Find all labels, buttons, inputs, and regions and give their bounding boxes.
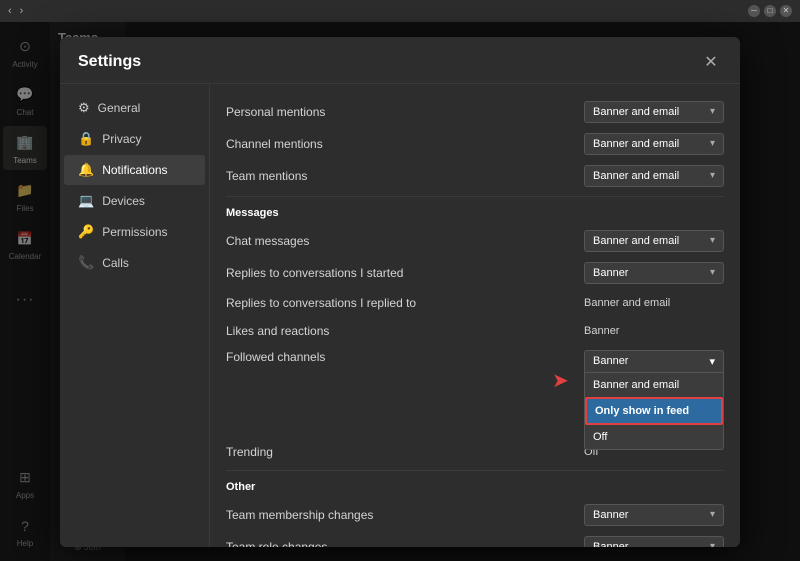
team-role-dropdown[interactable]: Banner ▾: [584, 536, 724, 547]
minimize-btn[interactable]: ─: [748, 5, 760, 17]
nav-controls[interactable]: ‹ ›: [8, 5, 23, 17]
dropdown-option-only-feed[interactable]: Only show in feed: [585, 397, 723, 425]
replies-started-label: Replies to conversations I started: [226, 266, 584, 280]
channel-mentions-btn[interactable]: Banner and email ▾: [584, 133, 724, 155]
followed-channels-dropdown[interactable]: ➤ Banner ▾ Banner and email Only show in…: [584, 350, 724, 373]
team-role-value: Banner: [593, 541, 628, 547]
privacy-icon: 🔒: [78, 131, 94, 147]
permissions-label: Permissions: [102, 225, 167, 239]
settings-nav-notifications[interactable]: 🔔 Notifications: [64, 155, 205, 185]
settings-overlay: Settings ✕ ⚙ General 🔒 Privacy 🔔: [0, 22, 800, 561]
team-mentions-row: Team mentions Banner and email ▾: [226, 160, 724, 192]
channel-mentions-label: Channel mentions: [226, 137, 584, 151]
settings-close-button[interactable]: ✕: [700, 51, 722, 73]
followed-channels-label: Followed channels: [226, 350, 584, 364]
team-mentions-value: Banner and email: [593, 170, 679, 182]
personal-mentions-btn[interactable]: Banner and email ▾: [584, 101, 724, 123]
devices-label: Devices: [102, 194, 145, 208]
team-mentions-dropdown[interactable]: Banner and email ▾: [584, 165, 724, 187]
trending-label: Trending: [226, 445, 584, 459]
chat-messages-label: Chat messages: [226, 234, 584, 248]
chat-messages-row: Chat messages Banner and email ▾: [226, 225, 724, 257]
replies-started-btn[interactable]: Banner ▾: [584, 262, 724, 284]
devices-icon: 💻: [78, 193, 94, 209]
replies-started-row: Replies to conversations I started Banne…: [226, 257, 724, 289]
permissions-icon: 🔑: [78, 224, 94, 240]
general-label: General: [98, 101, 141, 115]
chevron-down-icon: ▾: [710, 235, 715, 246]
replies-replied-value: Banner and email: [584, 297, 724, 309]
maximize-btn[interactable]: □: [764, 5, 776, 17]
settings-nav-devices[interactable]: 💻 Devices: [64, 186, 205, 216]
nav-fwd[interactable]: ›: [20, 5, 24, 17]
settings-nav-calls[interactable]: 📞 Calls: [64, 248, 205, 278]
chevron-down-icon: ▾: [710, 541, 715, 547]
followed-channels-btn[interactable]: Banner ▾: [584, 350, 724, 373]
personal-mentions-row: Personal mentions Banner and email ▾: [226, 96, 724, 128]
followed-channels-value: Banner: [593, 355, 628, 367]
chat-messages-btn[interactable]: Banner and email ▾: [584, 230, 724, 252]
divider-1: [226, 196, 724, 197]
replies-started-value: Banner: [593, 267, 628, 279]
dropdown-option-off[interactable]: Off: [585, 425, 723, 449]
chevron-down-icon: ▾: [710, 138, 715, 149]
arrow-right-icon: ➤: [552, 368, 569, 393]
settings-nav-privacy[interactable]: 🔒 Privacy: [64, 124, 205, 154]
likes-value: Banner: [584, 325, 724, 337]
personal-mentions-label: Personal mentions: [226, 105, 584, 119]
team-membership-label: Team membership changes: [226, 508, 584, 522]
followed-channels-menu: Banner and email Only show in feed Off: [584, 373, 724, 450]
chevron-down-icon: ▾: [710, 267, 715, 278]
replies-started-dropdown[interactable]: Banner ▾: [584, 262, 724, 284]
likes-label: Likes and reactions: [226, 324, 584, 338]
team-mentions-label: Team mentions: [226, 169, 584, 183]
channel-mentions-dropdown[interactable]: Banner and email ▾: [584, 133, 724, 155]
calls-icon: 📞: [78, 255, 94, 271]
replies-replied-label: Replies to conversations I replied to: [226, 296, 584, 310]
chevron-down-icon: ▾: [710, 106, 715, 117]
chat-messages-dropdown[interactable]: Banner and email ▾: [584, 230, 724, 252]
team-role-btn[interactable]: Banner ▾: [584, 536, 724, 547]
chevron-down-icon: ▾: [710, 170, 715, 181]
channel-mentions-value: Banner and email: [593, 138, 679, 150]
followed-channels-row: Followed channels ➤ Banner ▾ Banner and …: [226, 345, 724, 378]
chevron-down-icon: ▾: [710, 509, 715, 520]
personal-mentions-dropdown[interactable]: Banner and email ▾: [584, 101, 724, 123]
settings-header: Settings ✕: [60, 37, 740, 84]
channel-mentions-row: Channel mentions Banner and email ▾: [226, 128, 724, 160]
other-section-label: Other: [226, 481, 724, 493]
general-icon: ⚙: [78, 100, 90, 116]
team-mentions-btn[interactable]: Banner and email ▾: [584, 165, 724, 187]
nav-back[interactable]: ‹: [8, 5, 12, 17]
replies-replied-row: Replies to conversations I replied to Ba…: [226, 289, 724, 317]
settings-content: Personal mentions Banner and email ▾ Cha…: [210, 84, 740, 547]
chat-messages-value: Banner and email: [593, 235, 679, 247]
privacy-label: Privacy: [102, 132, 141, 146]
messages-section-label: Messages: [226, 207, 724, 219]
title-bar: ‹ › ─ □ ✕: [0, 0, 800, 22]
team-membership-value: Banner: [593, 509, 628, 521]
settings-nav-permissions[interactable]: 🔑 Permissions: [64, 217, 205, 247]
team-membership-dropdown[interactable]: Banner ▾: [584, 504, 724, 526]
team-role-row: Team role changes Banner ▾: [226, 531, 724, 547]
settings-title: Settings: [78, 53, 141, 71]
team-membership-btn[interactable]: Banner ▾: [584, 504, 724, 526]
settings-modal: Settings ✕ ⚙ General 🔒 Privacy 🔔: [60, 37, 740, 547]
dropdown-option-banner-email[interactable]: Banner and email: [585, 373, 723, 397]
personal-mentions-value: Banner and email: [593, 106, 679, 118]
close-btn[interactable]: ✕: [780, 5, 792, 17]
settings-body: ⚙ General 🔒 Privacy 🔔 Notifications 💻 De…: [60, 84, 740, 547]
chevron-down-icon: ▾: [709, 355, 715, 368]
main-layout: ⊙ Activity 💬 Chat 🏢 Teams 📁 Files 📅 Cale…: [0, 22, 800, 561]
team-role-label: Team role changes: [226, 540, 584, 547]
likes-row: Likes and reactions Banner: [226, 317, 724, 345]
calls-label: Calls: [102, 256, 129, 270]
team-membership-row: Team membership changes Banner ▾: [226, 499, 724, 531]
notifications-icon: 🔔: [78, 162, 94, 178]
window-controls[interactable]: ─ □ ✕: [748, 5, 792, 17]
settings-nav-general[interactable]: ⚙ General: [64, 93, 205, 123]
divider-2: [226, 470, 724, 471]
notifications-label: Notifications: [102, 163, 167, 177]
settings-nav: ⚙ General 🔒 Privacy 🔔 Notifications 💻 De…: [60, 84, 210, 547]
